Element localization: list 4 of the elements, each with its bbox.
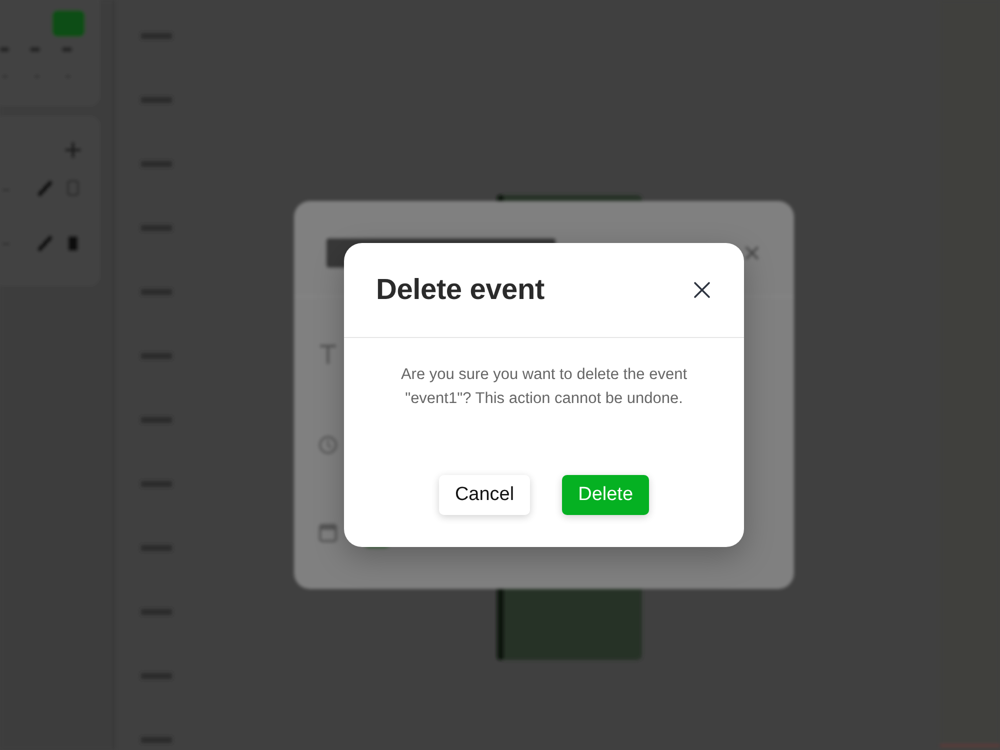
cancel-button[interactable]: Cancel — [438, 475, 530, 515]
close-icon[interactable] — [693, 281, 711, 299]
confirmation-message: Are you sure you want to delete the event "event1"? This action cannot be undone. — [400, 365, 688, 409]
dialog-title: Delete event — [376, 274, 544, 306]
